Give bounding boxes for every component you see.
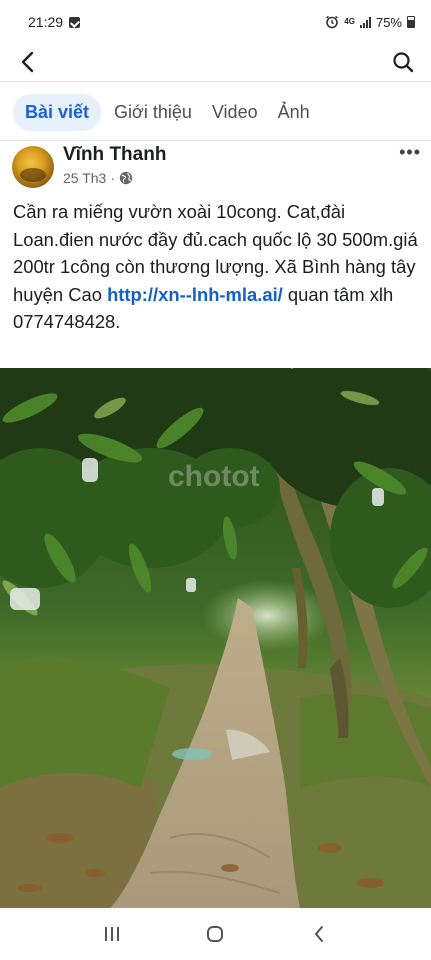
tab-about[interactable]: Giới thiệu bbox=[107, 94, 199, 131]
post-text: Cần ra miếng vườn xoài 10cong. Cat,đài L… bbox=[13, 198, 421, 336]
profile-tabs: Bài viết Giới thiệu Video Ảnh bbox=[13, 94, 317, 131]
post-header: Vĩnh Thanh 25 Th3 · ••• bbox=[12, 143, 421, 192]
status-bar: 21:29 4G 75% bbox=[0, 0, 431, 44]
status-time: 21:29 bbox=[28, 14, 64, 30]
alarm-icon bbox=[326, 15, 339, 29]
more-options-button[interactable]: ••• bbox=[399, 143, 421, 161]
post-photo[interactable]: chotot bbox=[0, 368, 431, 908]
status-left: 21:29 bbox=[28, 14, 81, 30]
mango-orchard-image: chotot bbox=[0, 368, 431, 908]
tab-posts[interactable]: Bài viết bbox=[13, 94, 102, 131]
post-meta: 25 Th3 · bbox=[63, 170, 133, 186]
header-divider bbox=[0, 81, 431, 82]
home-button[interactable] bbox=[195, 914, 235, 954]
search-icon bbox=[393, 52, 414, 73]
system-nav-bar bbox=[0, 908, 431, 960]
chevron-left-icon bbox=[21, 51, 34, 73]
watermark-text: chotot bbox=[168, 460, 260, 493]
tab-photos[interactable]: Ảnh bbox=[271, 94, 317, 131]
globe-icon bbox=[119, 171, 133, 185]
tabs-divider bbox=[0, 140, 431, 141]
recent-apps-button[interactable] bbox=[92, 914, 132, 954]
back-button[interactable] bbox=[14, 48, 42, 76]
meta-separator: · bbox=[110, 170, 116, 186]
app-header bbox=[0, 44, 431, 80]
tab-video[interactable]: Video bbox=[205, 94, 265, 131]
signal-icon bbox=[359, 16, 371, 28]
system-back-button[interactable] bbox=[299, 914, 339, 954]
avatar[interactable] bbox=[12, 146, 54, 188]
battery-icon bbox=[407, 16, 415, 28]
back-arrow-icon bbox=[314, 926, 324, 942]
recent-apps-icon bbox=[104, 927, 119, 941]
notification-check-icon bbox=[69, 16, 81, 28]
post-date[interactable]: 25 Th3 bbox=[63, 170, 106, 186]
search-button[interactable] bbox=[389, 48, 417, 76]
status-right: 4G 75% bbox=[325, 15, 415, 30]
home-icon bbox=[207, 926, 224, 942]
battery-percent: 75% bbox=[375, 14, 402, 30]
post-author[interactable]: Vĩnh Thanh bbox=[63, 144, 166, 166]
network-type-label: 4G bbox=[344, 17, 355, 26]
post-link[interactable]: http://xn--lnh-mla.ai/ bbox=[107, 284, 283, 305]
